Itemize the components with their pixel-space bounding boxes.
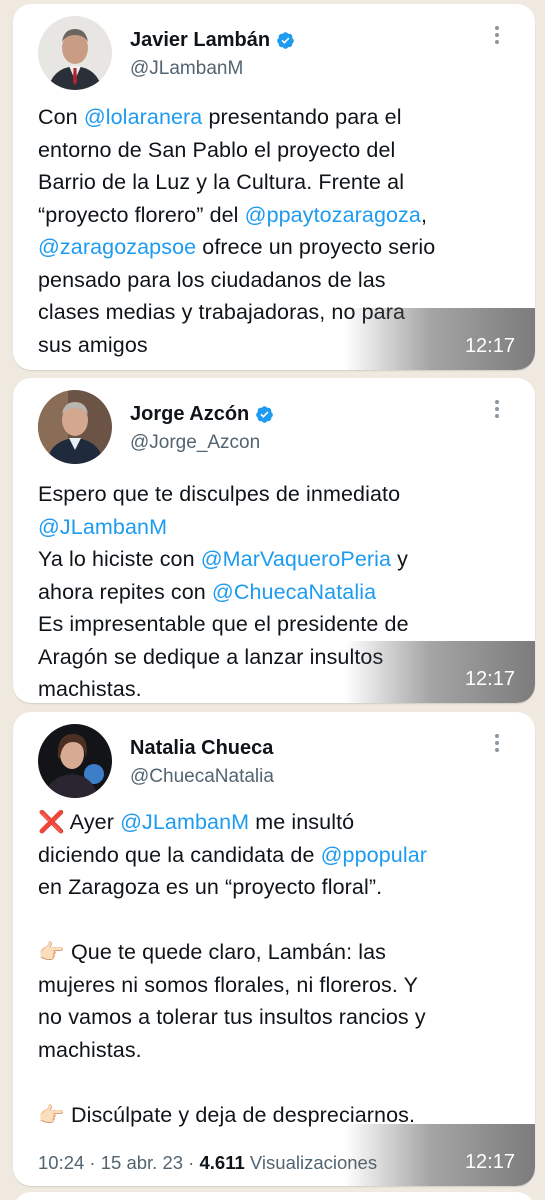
author-handle[interactable]: @Jorge_Azcon bbox=[130, 432, 260, 454]
pointing-hand-icon: 👉🏻 bbox=[38, 1102, 65, 1127]
avatar[interactable] bbox=[38, 16, 112, 90]
more-vertical-icon[interactable] bbox=[486, 394, 508, 424]
mention-link[interactable]: @ppopular bbox=[321, 843, 427, 867]
author-handle[interactable]: @ChuecaNatalia bbox=[130, 766, 274, 788]
mention-link[interactable]: @MarVaqueroPeria bbox=[201, 547, 391, 571]
avatar[interactable] bbox=[38, 390, 112, 464]
message-timestamp: 12:17 bbox=[345, 1124, 535, 1186]
avatar[interactable] bbox=[38, 724, 112, 798]
message-bubble-3[interactable]: Natalia Chueca @ChuecaNatalia ❌ Ayer @JL… bbox=[13, 712, 535, 1186]
author-name[interactable]: Javier Lambán bbox=[130, 29, 270, 52]
author-name[interactable]: Jorge Azcón bbox=[130, 403, 249, 426]
tweet-text: ❌ Ayer @JLambanM me insultó diciendo que… bbox=[38, 810, 428, 1127]
cross-mark-icon: ❌ bbox=[38, 810, 65, 834]
message-bubble-4[interactable] bbox=[13, 1192, 535, 1200]
tweet-date: 15 abr. 23 bbox=[100, 1152, 184, 1173]
message-timestamp: 12:17 bbox=[345, 308, 535, 370]
tweet-meta: 10:24 · 15 abr. 23 · 4.611 Visualizacion… bbox=[38, 1152, 378, 1173]
mention-link[interactable]: @JLambanM bbox=[38, 515, 167, 539]
mention-link[interactable]: @ppaytozaragoza bbox=[245, 203, 421, 227]
more-vertical-icon[interactable] bbox=[486, 728, 508, 758]
tweet-time: 10:24 bbox=[38, 1152, 85, 1173]
message-timestamp: 12:17 bbox=[345, 641, 535, 703]
message-bubble-1[interactable]: Javier Lambán @JLambanM Con @lolaranera … bbox=[13, 4, 535, 370]
tweet-header: Natalia Chueca @ChuecaNatalia bbox=[38, 724, 508, 798]
mention-link[interactable]: @JLambanM bbox=[120, 810, 249, 834]
mention-link[interactable]: @ChuecaNatalia bbox=[212, 580, 376, 604]
verified-badge-icon bbox=[276, 31, 295, 50]
mention-link[interactable]: @zaragozapsoe bbox=[38, 235, 196, 259]
pointing-hand-icon: 👉🏻 bbox=[38, 940, 65, 964]
author-handle[interactable]: @JLambanM bbox=[130, 58, 243, 80]
mention-link[interactable]: @lolaranera bbox=[84, 105, 203, 129]
tweet-header: Javier Lambán @JLambanM bbox=[38, 16, 508, 90]
views-count: 4.611 bbox=[199, 1152, 245, 1173]
author-name[interactable]: Natalia Chueca bbox=[130, 737, 273, 760]
tweet-header: Jorge Azcón @Jorge_Azcon bbox=[38, 390, 508, 464]
message-bubble-2[interactable]: Jorge Azcón @Jorge_Azcon Espero que te d… bbox=[13, 378, 535, 703]
more-vertical-icon[interactable] bbox=[486, 20, 508, 50]
verified-badge-icon bbox=[255, 405, 274, 424]
